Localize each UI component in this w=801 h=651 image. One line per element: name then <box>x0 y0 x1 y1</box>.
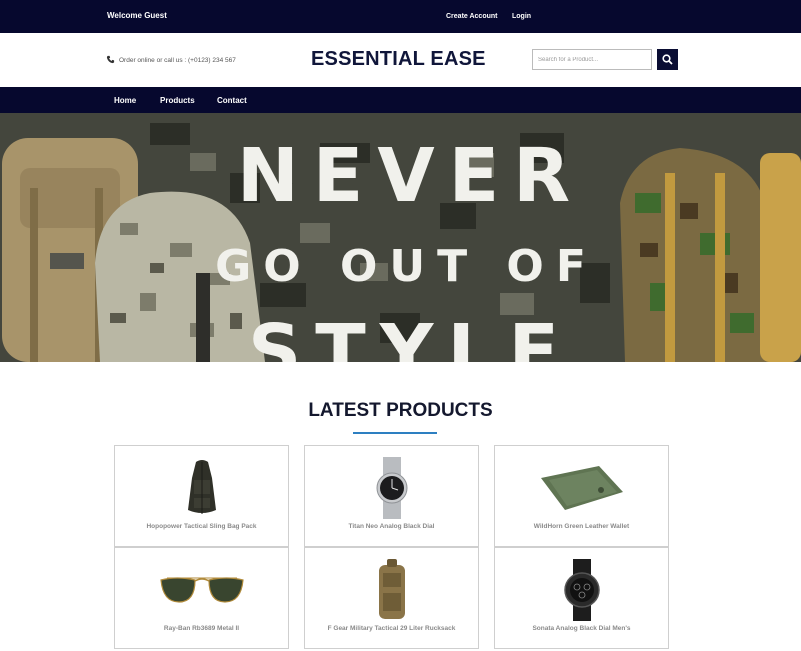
nav-item-home[interactable]: Home <box>114 96 136 105</box>
order-contact-text: Order online or call us : (+0123) 234 56… <box>119 57 236 64</box>
product-name: Hopopower Tactical Sling Bag Pack <box>146 523 257 530</box>
product-name: Ray-Ban Rb3689 Metal II <box>163 625 240 632</box>
welcome-text: Welcome Guest <box>107 11 167 20</box>
title-underline <box>353 432 437 434</box>
search-input[interactable] <box>532 49 652 70</box>
sunglasses-icon <box>159 577 244 603</box>
create-account-link[interactable]: Create Account <box>446 13 497 20</box>
search-button[interactable] <box>657 49 678 70</box>
login-link[interactable]: Login <box>512 13 531 20</box>
product-name: F Gear Military Tactical 29 Liter Rucksa… <box>327 625 456 632</box>
product-name: Sonata Analog Black Dial Men's <box>532 625 631 632</box>
watch-icon <box>376 457 407 519</box>
nav-item-products[interactable]: Products <box>160 96 195 105</box>
rucksack-icon <box>378 559 405 619</box>
hero-banner[interactable]: NEVER GO OUT OF STYLE <box>0 113 801 362</box>
search-icon <box>662 54 673 65</box>
main-nav: Home Products Contact <box>0 87 801 113</box>
hero-headline-line3: STYLE <box>247 309 574 362</box>
product-card[interactable]: WildHorn Green Leather Wallet <box>494 445 669 547</box>
product-card[interactable]: Titan Neo Analog Black Dial <box>304 445 479 547</box>
sling-bag-icon <box>187 460 216 514</box>
product-card[interactable]: Sonata Analog Black Dial Men's <box>494 547 669 649</box>
product-name: WildHorn Green Leather Wallet <box>533 523 630 530</box>
sport-watch-icon <box>563 559 600 621</box>
nav-item-contact[interactable]: Contact <box>217 96 247 105</box>
product-card[interactable]: F Gear Military Tactical 29 Liter Rucksa… <box>304 547 479 649</box>
top-bar: Welcome Guest Create Account Login <box>0 0 801 33</box>
hero-headline-line1: NEVER <box>236 133 585 219</box>
site-header: Order online or call us : (+0123) 234 56… <box>0 33 801 87</box>
section-title: LATEST PRODUCTS <box>308 400 493 421</box>
product-card[interactable]: Hopopower Tactical Sling Bag Pack <box>114 445 289 547</box>
hero-headline-line2: GO OUT OF <box>215 241 598 292</box>
product-card[interactable]: Ray-Ban Rb3689 Metal II <box>114 547 289 649</box>
site-logo[interactable]: ESSENTIAL EASE <box>311 48 486 71</box>
product-name: Titan Neo Analog Black Dial <box>348 523 435 530</box>
phone-icon <box>106 55 115 64</box>
wallet-icon <box>540 466 623 510</box>
